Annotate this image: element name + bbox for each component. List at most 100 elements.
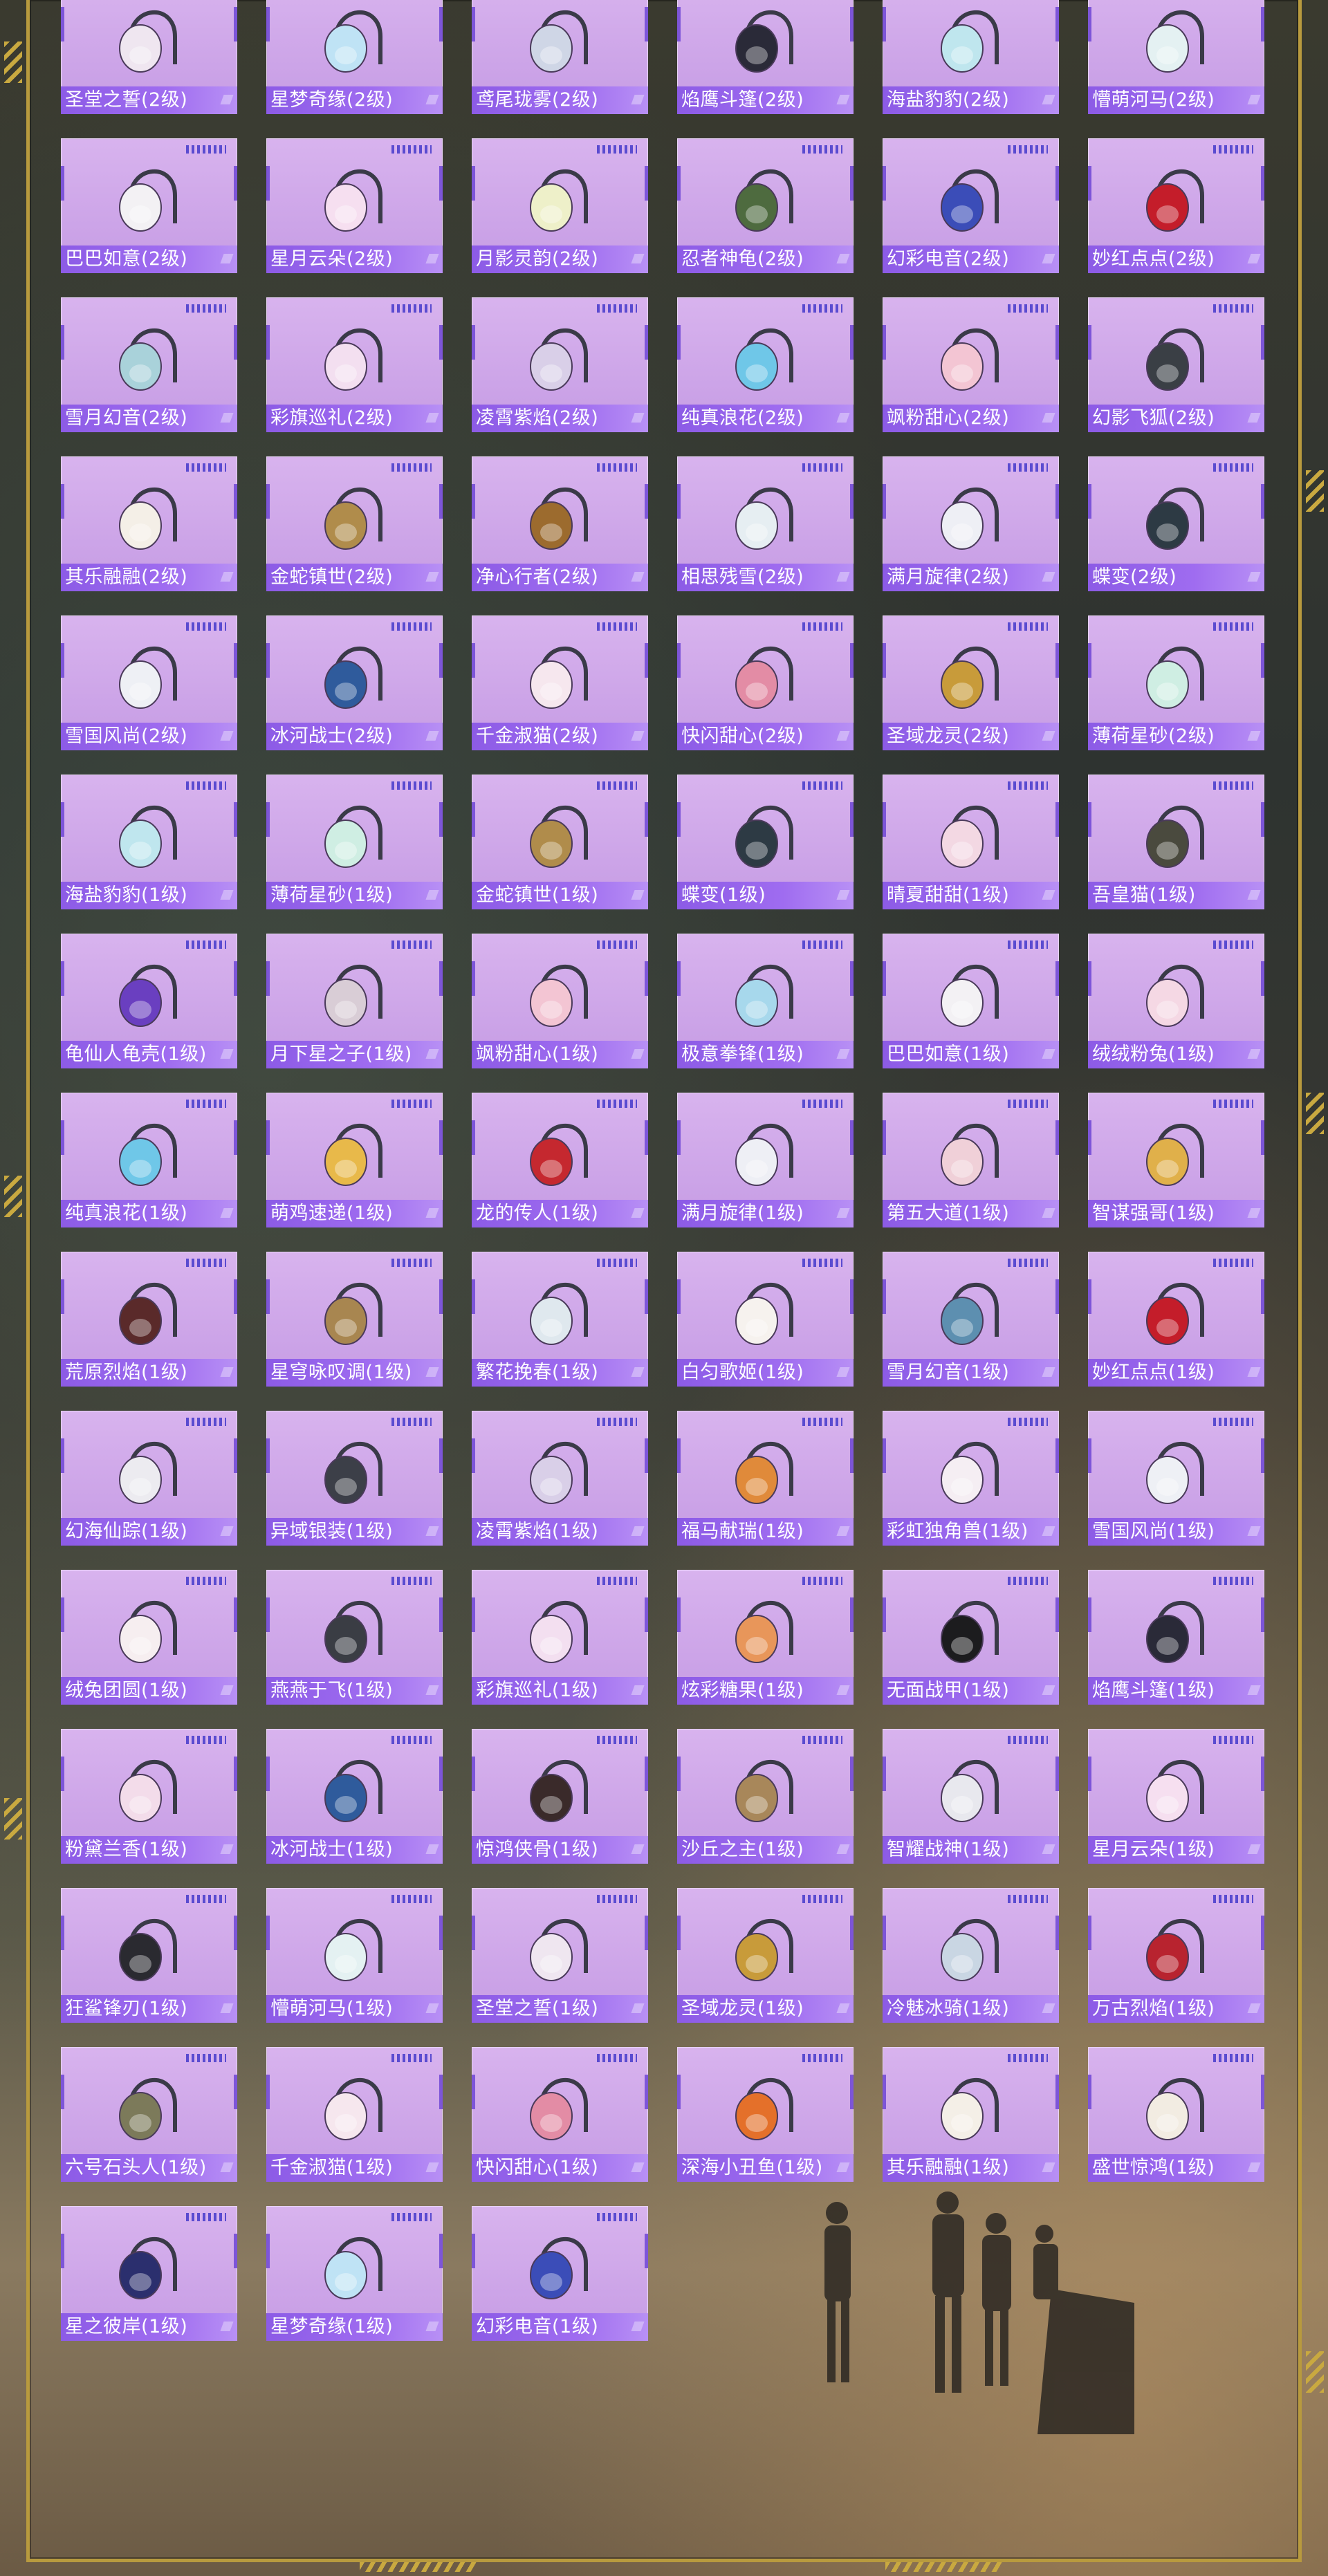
backpack-card[interactable]: 其乐融融(2级) <box>61 456 237 595</box>
backpack-card[interactable]: 星梦奇缘(2级) <box>266 0 443 118</box>
bag-icon <box>941 328 999 391</box>
backpack-card[interactable]: 月下星之子(1级) <box>266 934 443 1072</box>
backpack-card[interactable]: 萌鸡速递(1级) <box>266 1093 443 1231</box>
backpack-card[interactable]: 圣堂之誓(2级) <box>61 0 237 118</box>
card-side-tab <box>1088 1438 1091 1473</box>
backpack-card[interactable]: 盛世惊鸿(1级) <box>1088 2047 1264 2185</box>
backpack-card[interactable]: 快闪甜心(2级) <box>677 615 854 754</box>
backpack-card[interactable]: 彩旗巡礼(2级) <box>266 297 443 436</box>
backpack-card[interactable]: 薄荷星砂(1级) <box>266 775 443 913</box>
backpack-card[interactable]: 万古烈焰(1级) <box>1088 1888 1264 2026</box>
backpack-card[interactable]: 忍者神龟(2级) <box>677 138 854 277</box>
backpack-card[interactable]: 雪国风尚(2级) <box>61 615 237 754</box>
card-side-tab <box>645 1916 648 1950</box>
card-label: 懵萌河马(2级) <box>1088 86 1264 114</box>
backpack-card[interactable]: 满月旋律(1级) <box>677 1093 854 1231</box>
backpack-card[interactable]: 雪月幻音(2级) <box>61 297 237 436</box>
backpack-card[interactable]: 海盐豹豹(1级) <box>61 775 237 913</box>
backpack-card[interactable]: 幻影飞狐(2级) <box>1088 297 1264 436</box>
backpack-card[interactable]: 粉黛兰香(1级) <box>61 1729 237 1867</box>
backpack-card[interactable]: 懵萌河马(2级) <box>1088 0 1264 118</box>
backpack-card[interactable]: 薄荷星砂(2级) <box>1088 615 1264 754</box>
backpack-card[interactable]: 妙红点点(1级) <box>1088 1252 1264 1390</box>
card-side-tab <box>850 484 854 519</box>
backpack-card[interactable]: 雪国风尚(1级) <box>1088 1411 1264 1549</box>
backpack-card[interactable]: 金蛇镇世(2级) <box>266 456 443 595</box>
bag-icon <box>941 2077 999 2140</box>
backpack-card[interactable]: 海盐豹豹(2级) <box>883 0 1059 118</box>
backpack-card[interactable]: 绒兔团圆(1级) <box>61 1570 237 1708</box>
card-side-tab <box>1055 961 1059 996</box>
backpack-card[interactable]: 妙红点点(2级) <box>1088 138 1264 277</box>
backpack-card[interactable]: 燕燕于飞(1级) <box>266 1570 443 1708</box>
backpack-card[interactable]: 巴巴如意(2级) <box>61 138 237 277</box>
backpack-card[interactable]: 晴夏甜甜(1级) <box>883 775 1059 913</box>
backpack-card[interactable]: 蝶变(2级) <box>1088 456 1264 595</box>
backpack-card[interactable]: 金蛇镇世(1级) <box>472 775 648 913</box>
card-stripe-decoration <box>597 940 637 949</box>
backpack-card[interactable]: 焰鹰斗篷(2级) <box>677 0 854 118</box>
backpack-card[interactable]: 吾皇猫(1级) <box>1088 775 1264 913</box>
backpack-card[interactable]: 星梦奇缘(1级) <box>266 2206 443 2344</box>
bag-icon <box>941 487 999 550</box>
backpack-card[interactable]: 圣域龙灵(1级) <box>677 1888 854 2026</box>
backpack-card[interactable]: 蝶变(1级) <box>677 775 854 913</box>
card-label: 满月旋律(1级) <box>677 1200 854 1227</box>
backpack-card[interactable]: 荒原烈焰(1级) <box>61 1252 237 1390</box>
backpack-card[interactable]: 星月云朵(1级) <box>1088 1729 1264 1867</box>
backpack-card[interactable]: 彩虹独角兽(1级) <box>883 1411 1059 1549</box>
backpack-card[interactable]: 千金淑猫(1级) <box>266 2047 443 2185</box>
backpack-card[interactable]: 六号石头人(1级) <box>61 2047 237 2185</box>
backpack-card[interactable]: 其乐融融(1级) <box>883 2047 1059 2185</box>
backpack-card[interactable]: 飒粉甜心(2级) <box>883 297 1059 436</box>
backpack-card[interactable]: 沙丘之主(1级) <box>677 1729 854 1867</box>
bag-icon <box>735 1759 793 1822</box>
backpack-card[interactable]: 繁花挽春(1级) <box>472 1252 648 1390</box>
backpack-card[interactable]: 千金淑猫(2级) <box>472 615 648 754</box>
backpack-card[interactable]: 净心行者(2级) <box>472 456 648 595</box>
backpack-card[interactable]: 巴巴如意(1级) <box>883 934 1059 1072</box>
backpack-card[interactable]: 满月旋律(2级) <box>883 456 1059 595</box>
backpack-card[interactable]: 快闪甜心(1级) <box>472 2047 648 2185</box>
backpack-card[interactable]: 焰鹰斗篷(1级) <box>1088 1570 1264 1708</box>
backpack-card[interactable]: 懵萌河马(1级) <box>266 1888 443 2026</box>
backpack-card[interactable]: 智耀战神(1级) <box>883 1729 1059 1867</box>
backpack-card[interactable]: 狂鲨锋刃(1级) <box>61 1888 237 2026</box>
backpack-card[interactable]: 冰河战士(2级) <box>266 615 443 754</box>
backpack-card[interactable]: 极意拳锋(1级) <box>677 934 854 1072</box>
backpack-card[interactable]: 月影灵韵(2级) <box>472 138 648 277</box>
backpack-card[interactable]: 星月云朵(2级) <box>266 138 443 277</box>
backpack-card[interactable]: 冰河战士(1级) <box>266 1729 443 1867</box>
backpack-card[interactable]: 异域银装(1级) <box>266 1411 443 1549</box>
backpack-card[interactable]: 福马献瑞(1级) <box>677 1411 854 1549</box>
backpack-card[interactable]: 鸢尾珑雾(2级) <box>472 0 648 118</box>
backpack-card[interactable]: 凌霄紫焰(1级) <box>472 1411 648 1549</box>
backpack-card[interactable]: 惊鸿侠骨(1级) <box>472 1729 648 1867</box>
backpack-card[interactable]: 凌霄紫焰(2级) <box>472 297 648 436</box>
backpack-card[interactable]: 绒绒粉兔(1级) <box>1088 934 1264 1072</box>
backpack-card[interactable]: 第五大道(1级) <box>883 1093 1059 1231</box>
backpack-card[interactable]: 深海小丑鱼(1级) <box>677 2047 854 2185</box>
backpack-card[interactable]: 幻彩电音(2级) <box>883 138 1059 277</box>
backpack-card[interactable]: 龟仙人龟壳(1级) <box>61 934 237 1072</box>
backpack-card[interactable]: 星之彼岸(1级) <box>61 2206 237 2344</box>
backpack-card[interactable]: 星穹咏叹调(1级) <box>266 1252 443 1390</box>
backpack-card[interactable]: 冷魅冰骑(1级) <box>883 1888 1059 2026</box>
backpack-card[interactable]: 飒粉甜心(1级) <box>472 934 648 1072</box>
backpack-card[interactable]: 雪月幻音(1级) <box>883 1252 1059 1390</box>
backpack-card[interactable]: 幻彩电音(1级) <box>472 2206 648 2344</box>
backpack-card[interactable]: 相思残雪(2级) <box>677 456 854 595</box>
backpack-card[interactable]: 圣域龙灵(2级) <box>883 615 1059 754</box>
backpack-card[interactable]: 圣堂之誓(1级) <box>472 1888 648 2026</box>
backpack-card[interactable]: 纯真浪花(2级) <box>677 297 854 436</box>
backpack-card[interactable]: 白匀歌姬(1级) <box>677 1252 854 1390</box>
backpack-card[interactable]: 彩旗巡礼(1级) <box>472 1570 648 1708</box>
backpack-card[interactable]: 幻海仙踪(1级) <box>61 1411 237 1549</box>
card-stripe-decoration <box>1213 1100 1253 1108</box>
backpack-card[interactable]: 炫彩糖果(1级) <box>677 1570 854 1708</box>
backpack-card[interactable]: 龙的传人(1级) <box>472 1093 648 1231</box>
backpack-card[interactable]: 智谋强哥(1级) <box>1088 1093 1264 1231</box>
bag-icon <box>735 1123 793 1186</box>
backpack-card[interactable]: 纯真浪花(1级) <box>61 1093 237 1231</box>
backpack-card[interactable]: 无面战甲(1级) <box>883 1570 1059 1708</box>
